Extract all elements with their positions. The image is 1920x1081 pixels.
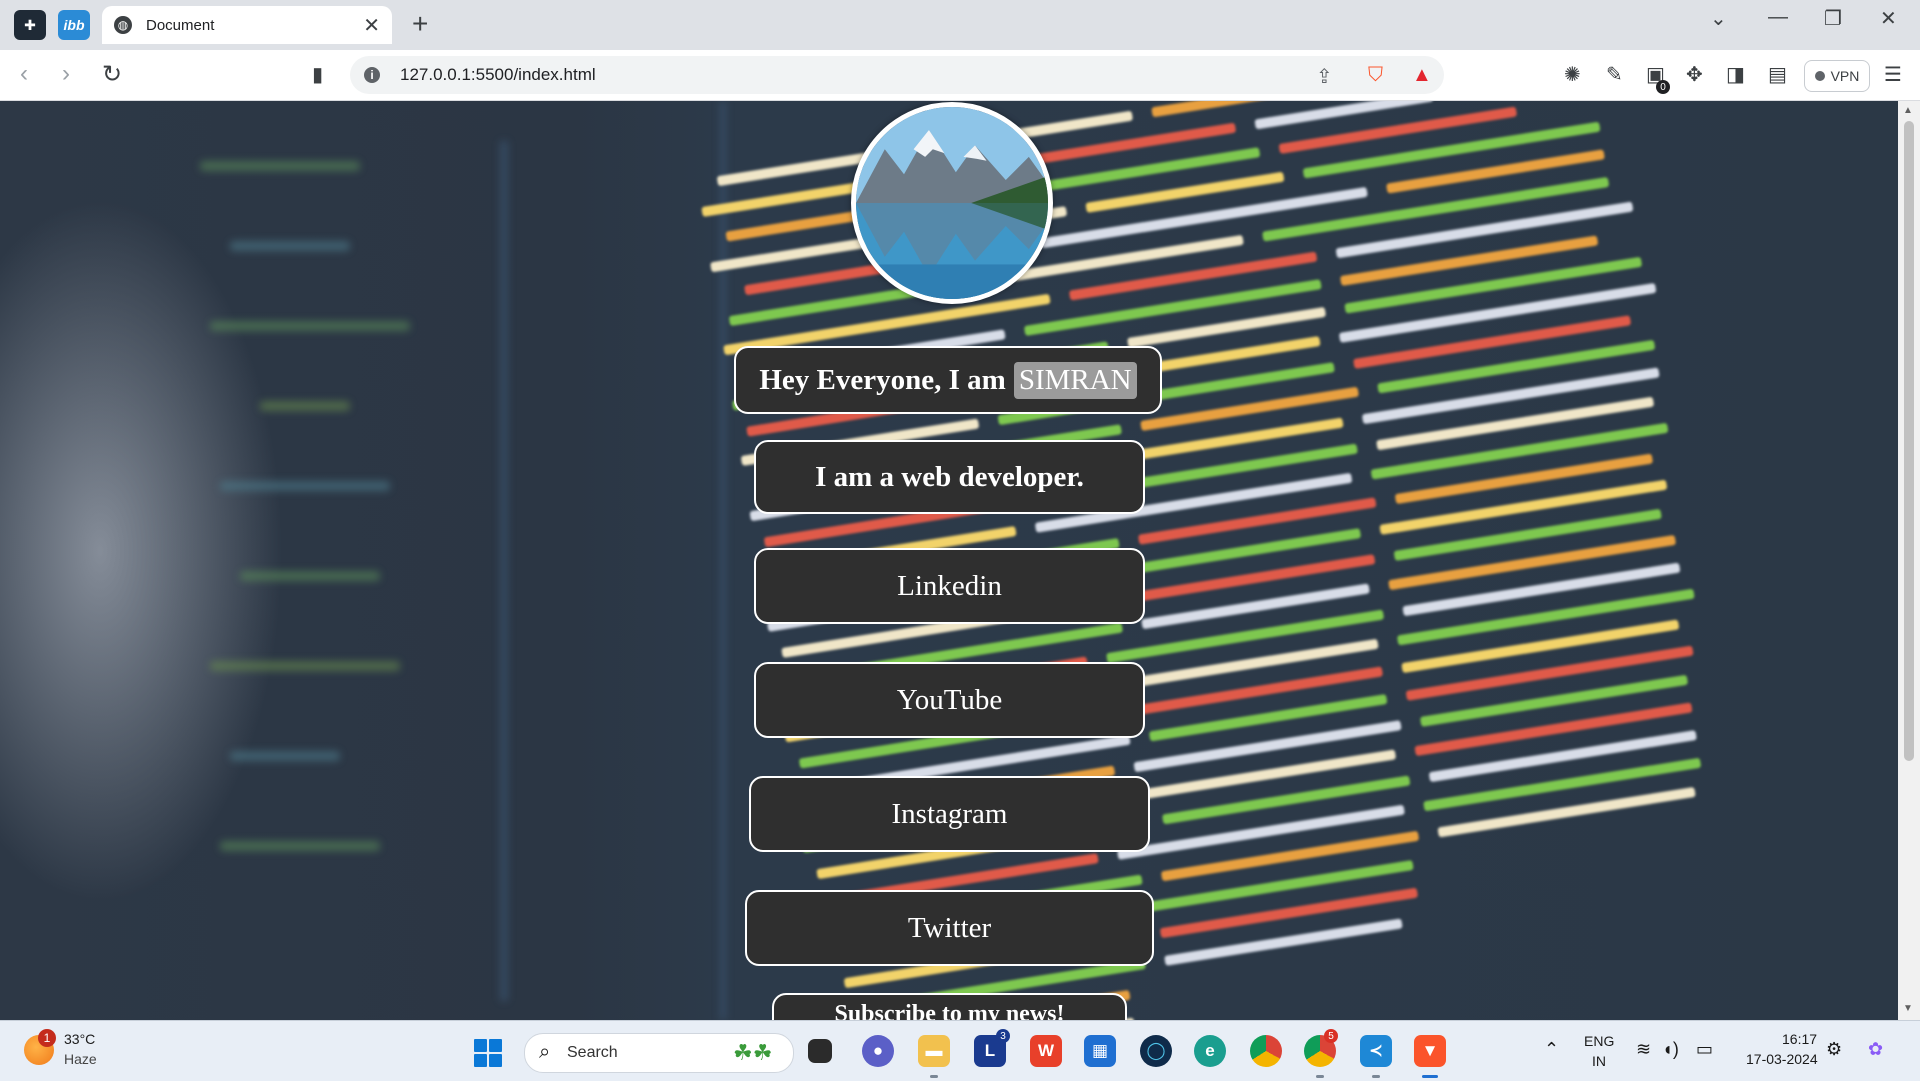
clover-icon: ☘☘ [733,1040,773,1065]
notifications-icon[interactable]: ⚙ [1826,1039,1842,1060]
language-secondary[interactable]: IN [1592,1053,1606,1069]
browser-tab-strip: ✚ ibb ◍ Document ✕ + ⌄ — ❐ ✕ [0,0,1920,50]
clock-time[interactable]: 16:17 [1782,1031,1817,1047]
extension-bug-icon[interactable]: ✺ [1564,62,1581,87]
wifi-icon[interactable]: ≋ [1636,1039,1651,1060]
language-primary[interactable]: ENG [1584,1033,1614,1049]
twitter-button[interactable]: Twitter [745,890,1154,966]
color-picker-icon[interactable]: ✎ [1606,62,1623,87]
page-viewport: Hey Everyone, I am SIMRAN I am a web dev… [0,101,1898,1020]
copilot-icon[interactable]: ✿ [1868,1039,1883,1060]
weather-description[interactable]: Haze [64,1051,97,1067]
browser-toolbar: ‹ › ↻ ▮ i 127.0.0.1:5500/index.html ⇪ ⛉ … [0,50,1920,101]
taskbar-search[interactable]: ⌕ Search ☘☘ [524,1033,794,1073]
globe-icon: ◍ [114,16,132,34]
mountain-lake-image [856,107,1048,299]
file-explorer-icon[interactable]: ▬ [918,1035,950,1067]
tab-title: Document [146,16,215,34]
scrollbar-thumb[interactable] [1904,121,1914,761]
brave-rewards-icon[interactable]: ▲ [1412,64,1432,87]
forward-button[interactable]: › [62,60,70,88]
instagram-button[interactable]: Instagram [749,776,1150,852]
office-icon[interactable]: W [1030,1035,1062,1067]
share-icon[interactable]: ⇪ [1316,64,1333,89]
role-banner: I am a web developer. [754,440,1145,514]
tab-search-dropdown-icon[interactable]: ⌄ [1710,6,1727,31]
weather-temperature[interactable]: 33°C [64,1031,95,1047]
back-button[interactable]: ‹ [20,60,28,88]
brave-icon[interactable]: ▼ [1414,1035,1446,1067]
subscribe-button[interactable]: Subscribe to my news! [772,993,1127,1020]
extensions-puzzle-icon[interactable]: ✥ [1686,62,1703,87]
vpn-status-icon [1814,71,1825,81]
scroll-up-icon[interactable]: ▲ [1903,105,1913,116]
sidebar-toggle-icon[interactable]: ◨ [1726,62,1745,87]
volume-icon[interactable]: ◖) [1662,1039,1679,1060]
lens-badge: 3 [996,1029,1010,1043]
maximize-button[interactable]: ❐ [1824,6,1842,31]
file-explorer-active-indicator [930,1075,938,1078]
page-scrollbar[interactable]: ▲ ▼ [1898,101,1920,1020]
weather-alert-badge: 1 [38,1029,56,1047]
cortana-icon[interactable]: ◯ [1140,1035,1172,1067]
ibb-shortcut-icon[interactable]: ibb [58,10,90,40]
youtube-button[interactable]: YouTube [754,662,1145,738]
microsoft-store-icon[interactable]: ▦ [1084,1035,1116,1067]
vpn-button[interactable]: VPN [1804,60,1870,92]
reload-button[interactable]: ↻ [102,60,122,89]
brave-shield-icon[interactable]: ⛉ [1368,64,1383,87]
new-tab-button[interactable]: + [412,8,428,40]
minimize-button[interactable]: — [1768,6,1788,29]
vscode-active-indicator [1372,1075,1380,1078]
menu-icon[interactable]: ☰ [1884,62,1902,87]
chrome-icon[interactable] [1250,1035,1282,1067]
address-bar[interactable]: i 127.0.0.1:5500/index.html ⇪ ⛉ ▲ [350,56,1444,94]
intro-banner: Hey Everyone, I am SIMRAN [734,346,1162,414]
wallet-icon[interactable]: ▤ [1768,62,1787,87]
search-icon: ⌕ [539,1041,551,1063]
chrome-profile-badge: 5 [1324,1029,1338,1043]
site-info-icon[interactable]: i [364,67,380,83]
show-hidden-icons-icon[interactable]: ⌃ [1544,1039,1559,1060]
linkedin-button[interactable]: Linkedin [754,548,1145,624]
battery-icon[interactable]: ▭ [1696,1039,1713,1060]
edge-icon[interactable]: e [1194,1035,1226,1067]
extension-badge: 0 [1656,80,1670,94]
windows-taskbar: 1 33°C Haze ⌕ Search ☘☘ ● ▬ L 3 W ▦ ◯ e … [0,1020,1920,1081]
task-view-icon[interactable] [808,1039,832,1063]
close-window-button[interactable]: ✕ [1880,6,1897,31]
profile-avatar [851,102,1053,304]
brave-active-indicator [1422,1075,1438,1078]
intro-text: Hey Everyone, I am [759,363,1006,396]
url-text[interactable]: 127.0.0.1:5500/index.html [400,65,596,85]
meet-chat-icon[interactable]: ● [862,1035,894,1067]
search-label: Search [567,1044,618,1061]
name-highlight: SIMRAN [1013,361,1137,399]
clock-date[interactable]: 17-03-2024 [1746,1051,1818,1067]
start-button[interactable] [474,1039,502,1067]
chrome-profile-active-indicator [1316,1075,1324,1078]
tab-document[interactable]: ◍ Document ✕ [102,6,392,44]
vscode-icon[interactable]: ≺ [1360,1035,1392,1067]
vpn-label: VPN [1830,68,1860,84]
bookmark-icon[interactable]: ▮ [312,62,323,87]
scroll-down-icon[interactable]: ▼ [1903,1003,1913,1014]
tab-close-icon[interactable]: ✕ [363,13,380,38]
app-shortcut-icon[interactable]: ✚ [14,10,46,40]
